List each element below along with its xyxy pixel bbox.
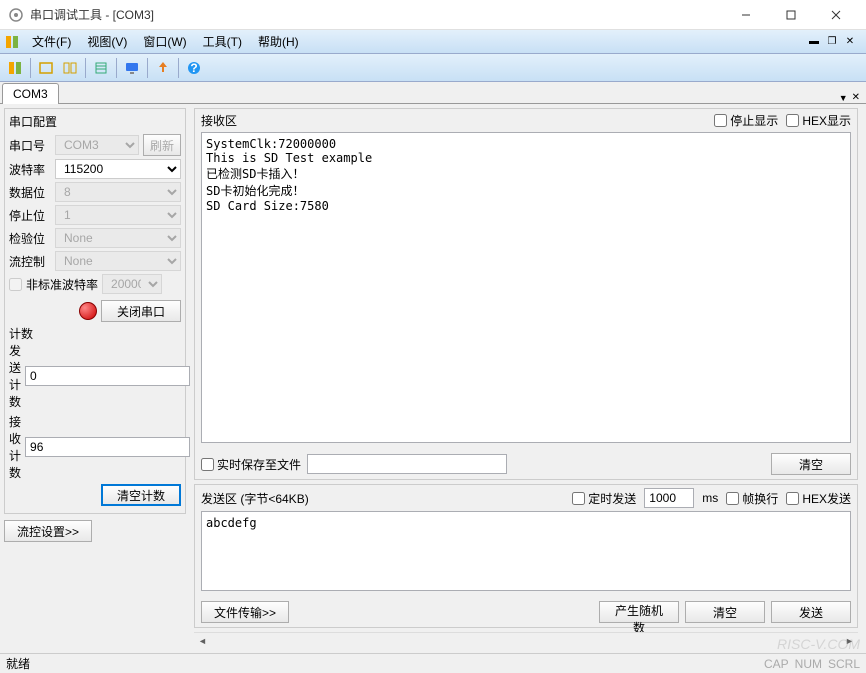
hex-send-checkbox[interactable] [786,492,799,505]
receive-title: 接收区 [201,112,706,129]
toolbar-list-icon[interactable] [90,57,112,79]
left-panel: 串口配置 串口号 COM3 刷新 波特率 115200 数据位 8 停止位 1 … [0,104,190,653]
toolbar-new-icon[interactable] [4,57,26,79]
parity-select[interactable]: None [55,228,181,248]
statusbar: 就绪 CAP NUM SCRL [0,653,866,673]
toolbar-help-icon[interactable]: ? [183,57,205,79]
menu-tools[interactable]: 工具(T) [195,31,250,52]
stopbits-select[interactable]: 1 [55,205,181,225]
scroll-left-icon[interactable]: ◄ [194,634,211,649]
frame-wrap-checkbox[interactable] [726,492,739,505]
pause-display-checkbox[interactable] [714,114,727,127]
app-icon [8,7,24,23]
tabbar: COM3 ▼ ✕ [0,82,866,104]
port-select[interactable]: COM3 [55,135,139,155]
scroll-right-icon[interactable]: ► [841,634,858,649]
flow-select[interactable]: None [55,251,181,271]
clear-count-button[interactable]: 清空计数 [101,484,181,506]
minimize-button[interactable] [723,0,768,29]
menu-window[interactable]: 窗口(W) [135,31,194,52]
hex-display-label: HEX显示 [802,112,851,129]
receive-section: 接收区 停止显示 HEX显示 SystemClk:72000000 This i… [194,108,858,480]
port-label: 串口号 [9,137,51,154]
status-scrl: SCRL [828,657,860,671]
toolbar: ? [0,54,866,82]
serial-config-group: 串口配置 串口号 COM3 刷新 波特率 115200 数据位 8 停止位 1 … [4,108,186,514]
tab-label: COM3 [13,87,48,101]
mdi-close-icon[interactable]: ✕ [842,35,858,49]
close-button[interactable] [813,0,858,29]
pause-display-label: 停止显示 [730,112,778,129]
close-port-button[interactable]: 关闭串口 [101,300,181,322]
hex-send-label: HEX发送 [802,490,851,507]
file-transfer-button[interactable]: 文件传输>> [201,601,289,623]
workspace: 串口配置 串口号 COM3 刷新 波特率 115200 数据位 8 停止位 1 … [0,104,866,653]
status-cap: CAP [764,657,789,671]
save-path-field[interactable] [307,454,507,474]
toolbar-monitor-icon[interactable] [121,57,143,79]
databits-label: 数据位 [9,184,51,201]
receive-clear-button[interactable]: 清空 [771,453,851,475]
status-num: NUM [795,657,822,671]
svg-text:?: ? [190,61,197,75]
send-button[interactable]: 发送 [771,601,851,623]
realtime-save-checkbox[interactable] [201,458,214,471]
connection-status-icon [79,302,97,320]
frame-wrap-label: 帧换行 [742,490,778,507]
tab-close-icon[interactable]: ✕ [852,92,860,103]
window-title: 串口调试工具 - [COM3] [30,6,723,23]
recv-count-field[interactable] [25,437,190,457]
toolbar-window1-icon[interactable] [35,57,57,79]
horizontal-scrollbar[interactable]: ◄ ► [194,632,858,649]
menu-help[interactable]: 帮助(H) [250,31,307,52]
recv-count-label: 接收计数 [9,413,21,481]
send-count-label: 发送计数 [9,342,21,410]
random-button[interactable]: 产生随机数 [599,601,679,623]
interval-field[interactable] [644,488,694,508]
send-count-field[interactable] [25,366,190,386]
databits-select[interactable]: 8 [55,182,181,202]
baud-select[interactable]: 115200 [55,159,181,179]
tab-dropdown-icon[interactable]: ▼ [839,93,848,103]
menu-view[interactable]: 视图(V) [79,31,135,52]
mdi-minimize-icon[interactable]: ▬ [806,35,822,49]
stopbits-label: 停止位 [9,207,51,224]
timed-send-label: 定时发送 [588,490,636,507]
status-text: 就绪 [6,655,764,672]
menubar: 文件(F) 视图(V) 窗口(W) 工具(T) 帮助(H) ▬ ❐ ✕ [0,30,866,54]
maximize-button[interactable] [768,0,813,29]
send-title: 发送区 (字节<64KB) [201,490,564,507]
flow-settings-button[interactable]: 流控设置>> [4,520,92,542]
count-title: 计数 [9,325,181,342]
timed-send-checkbox[interactable] [572,492,585,505]
nonstd-baud-select[interactable]: 200000 [102,274,162,294]
receive-textarea[interactable]: SystemClk:72000000 This is SD Test examp… [201,132,851,443]
parity-label: 检验位 [9,230,51,247]
refresh-button[interactable]: 刷新 [143,134,181,156]
right-panel: 接收区 停止显示 HEX显示 SystemClk:72000000 This i… [190,104,866,653]
nonstd-baud-checkbox[interactable] [9,278,22,291]
menu-file[interactable]: 文件(F) [24,31,79,52]
realtime-save-label: 实时保存至文件 [217,456,301,473]
flow-label: 流控制 [9,253,51,270]
hex-display-checkbox[interactable] [786,114,799,127]
toolbar-upload-icon[interactable] [152,57,174,79]
menu-app-icon [4,34,20,50]
tab-com3[interactable]: COM3 [2,83,59,104]
serial-config-title: 串口配置 [9,113,181,130]
baud-label: 波特率 [9,161,51,178]
titlebar: 串口调试工具 - [COM3] [0,0,866,30]
toolbar-window2-icon[interactable] [59,57,81,79]
send-section: 发送区 (字节<64KB) 定时发送 ms 帧换行 HEX发送 文件传输>> 产… [194,484,858,628]
mdi-restore-icon[interactable]: ❐ [824,35,840,49]
send-clear-button[interactable]: 清空 [685,601,765,623]
nonstd-baud-label: 非标准波特率 [26,276,98,293]
send-textarea[interactable] [201,511,851,591]
interval-unit: ms [702,491,718,505]
